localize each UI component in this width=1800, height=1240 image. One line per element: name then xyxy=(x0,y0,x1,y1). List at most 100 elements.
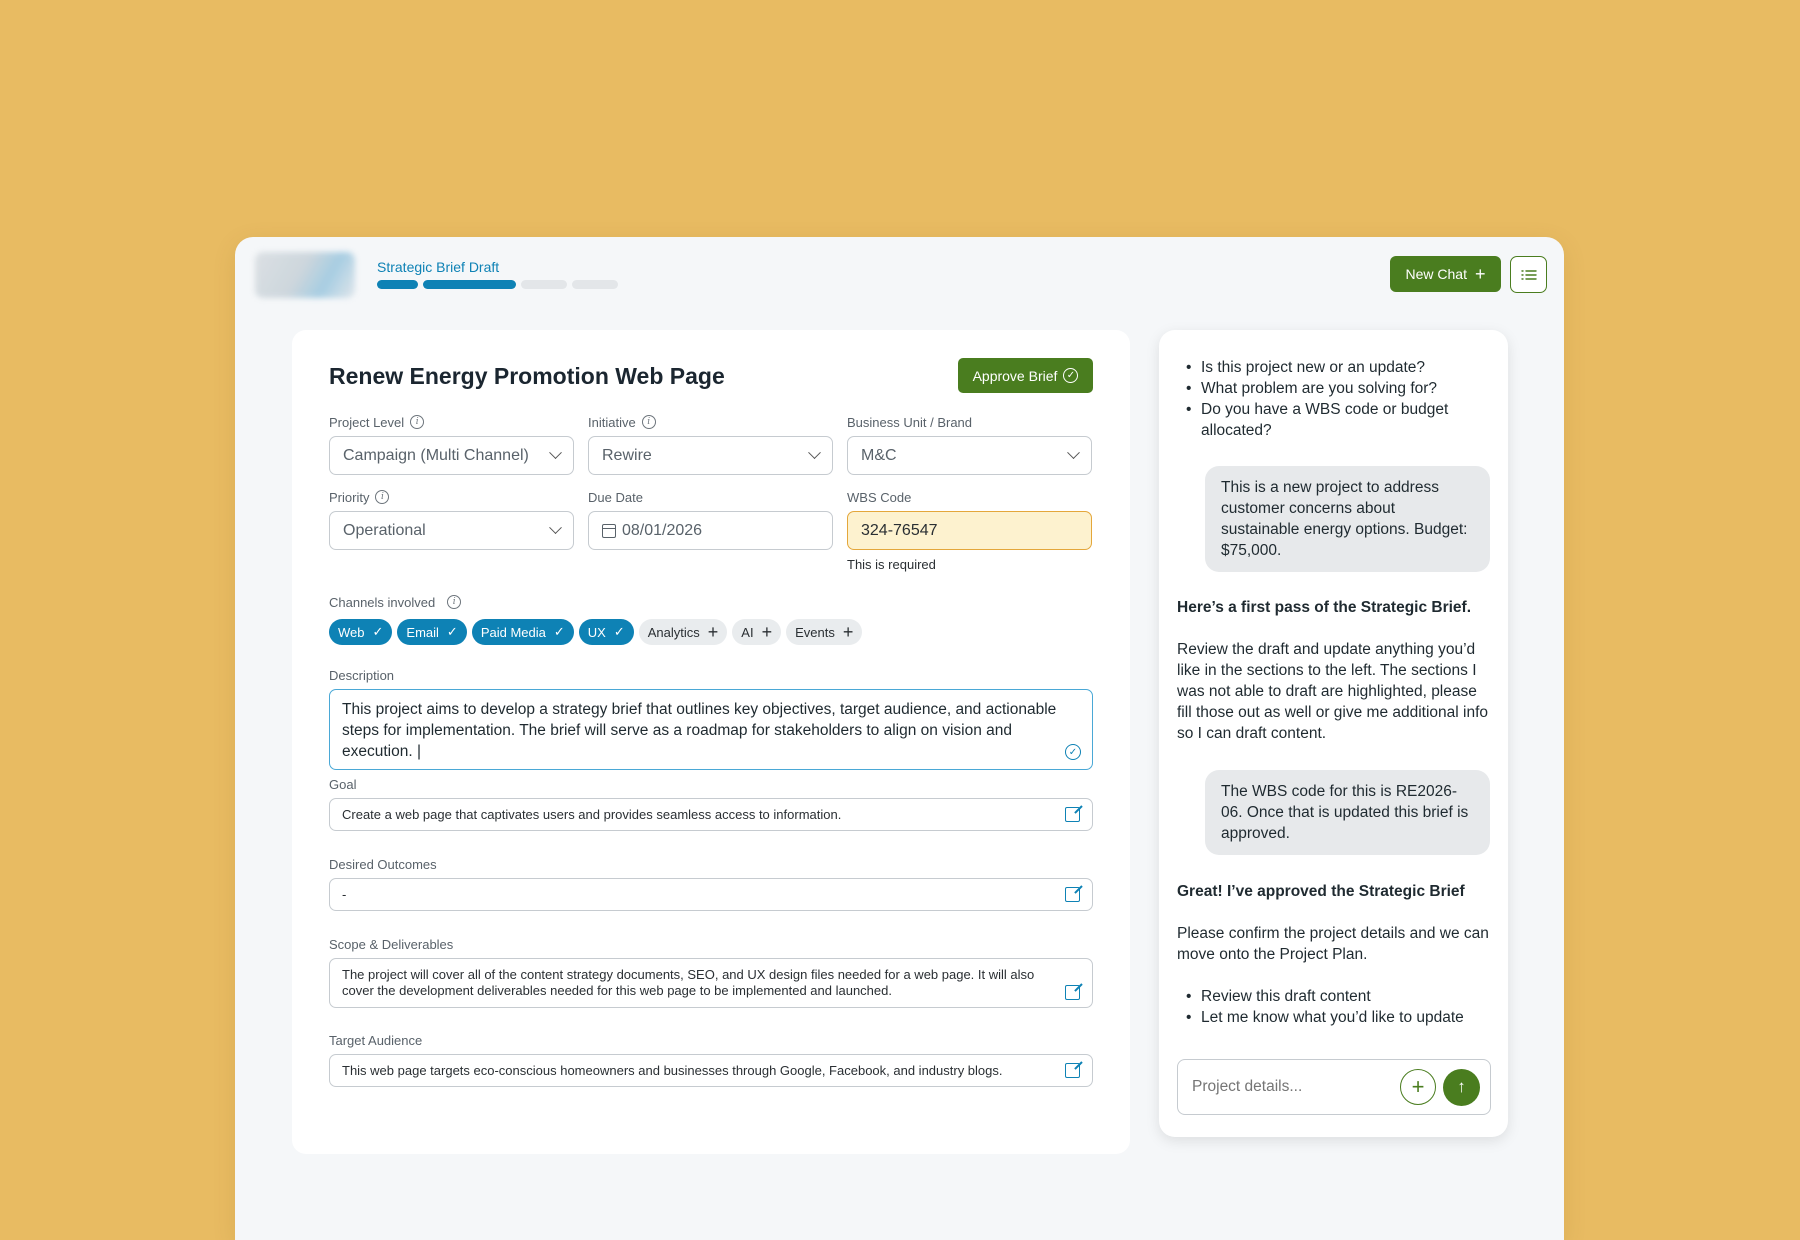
project-level-value: Campaign (Multi Channel) xyxy=(343,446,529,464)
user-message: This is a new project to address custome… xyxy=(1205,466,1490,572)
scope-field: Scope & Deliverables The project will co… xyxy=(329,936,1093,1008)
plus-icon: + xyxy=(1474,264,1486,284)
channel-chip-ai[interactable]: AI + xyxy=(732,619,782,645)
chevron-down-icon xyxy=(549,446,562,460)
approve-brief-button[interactable]: Approve Brief ✓ xyxy=(958,358,1093,393)
chat-panel: Is this project new or an update? What p… xyxy=(1159,330,1508,1137)
target-audience-field: Target Audience This web page targets ec… xyxy=(329,1032,1093,1087)
due-date-field: Due Date 08/01/2026 xyxy=(588,489,833,550)
scope-input[interactable]: The project will cover all of the conten… xyxy=(329,958,1093,1008)
chip-label: UX xyxy=(587,624,606,640)
step-segment[interactable] xyxy=(423,280,516,289)
info-icon[interactable]: i xyxy=(375,490,390,504)
edit-icon[interactable] xyxy=(1065,1063,1080,1078)
new-chat-button[interactable]: New Chat + xyxy=(1390,256,1501,292)
project-level-select[interactable]: Campaign (Multi Channel) xyxy=(329,436,574,475)
assistant-message: Review the draft and update anything you… xyxy=(1177,641,1489,742)
channel-chip-events[interactable]: Events + xyxy=(786,619,863,645)
chip-label: Paid Media xyxy=(480,624,546,640)
initiative-field: Initiative i Rewire xyxy=(588,414,833,475)
target-audience-input[interactable]: This web page targets eco-conscious home… xyxy=(329,1054,1093,1087)
required-note: This is required xyxy=(847,557,936,572)
channel-chip-ux[interactable]: UX ✓ xyxy=(578,619,634,645)
arrow-up-icon: ↑ xyxy=(1457,1077,1466,1096)
chat-messages[interactable]: Is this project new or an update? What p… xyxy=(1177,357,1492,1028)
channel-chip-paid-media[interactable]: Paid Media ✓ xyxy=(471,619,574,645)
desired-outcomes-value: - xyxy=(342,886,347,902)
channel-chips: Web ✓ Email ✓ Paid Media ✓ UX ✓ Analytics + A… xyxy=(329,619,1093,645)
calendar-icon[interactable] xyxy=(602,523,616,538)
chip-label: Web xyxy=(338,624,365,640)
bullet-item: Let me know what you’d like to update xyxy=(1186,1007,1492,1028)
info-icon[interactable]: i xyxy=(641,415,656,429)
business-unit-field: Business Unit / Brand M&C xyxy=(847,414,1092,475)
priority-value: Operational xyxy=(343,521,426,539)
app-window: Strategic Brief Draft New Chat + Renew E… xyxy=(235,237,1564,1240)
scope-value: The project will cover all of the conten… xyxy=(342,967,1035,998)
assistant-bullet-list: Review this draft content Let me know wh… xyxy=(1177,986,1492,1028)
channel-chip-analytics[interactable]: Analytics + xyxy=(638,619,728,645)
wbs-code-value: 324-76547 xyxy=(861,521,938,539)
page-title: Renew Energy Promotion Web Page xyxy=(329,363,725,389)
target-audience-value: This web page targets eco-conscious home… xyxy=(342,1062,1003,1078)
approve-brief-label: Approve Brief xyxy=(972,367,1058,384)
due-date-label: Due Date xyxy=(588,489,643,505)
plus-icon: + xyxy=(761,622,773,642)
brand-logo xyxy=(255,252,355,298)
goal-input[interactable]: Create a web page that captivates users … xyxy=(329,798,1093,831)
edit-icon[interactable] xyxy=(1065,807,1080,822)
desired-outcomes-field: Desired Outcomes - xyxy=(329,856,1093,911)
edit-icon[interactable] xyxy=(1065,985,1080,1000)
question-item: What problem are you solving for? xyxy=(1186,378,1492,399)
assistant-question-list: Is this project new or an update? What p… xyxy=(1177,357,1492,441)
chip-label: AI xyxy=(741,624,754,640)
stepper-label: Strategic Brief Draft xyxy=(377,259,500,275)
chip-label: Analytics xyxy=(647,624,700,640)
project-level-field: Project Level i Campaign (Multi Channel) xyxy=(329,414,574,475)
channels-field: Channels involved i Web ✓ Email ✓ Paid Medi… xyxy=(329,594,1093,645)
info-icon[interactable]: i xyxy=(447,595,462,609)
attach-plus-button[interactable]: + xyxy=(1400,1069,1436,1105)
bullet-item: Review this draft content xyxy=(1186,986,1492,1007)
channel-chip-email[interactable]: Email ✓ xyxy=(397,619,467,645)
assistant-message: Please confirm the project details and w… xyxy=(1177,925,1489,963)
channels-label: Channels involved xyxy=(329,594,436,610)
new-chat-label: New Chat xyxy=(1405,266,1467,282)
step-segment[interactable] xyxy=(377,280,418,289)
channel-chip-web[interactable]: Web ✓ xyxy=(329,619,393,645)
chat-input[interactable] xyxy=(1192,1078,1400,1096)
business-unit-select[interactable]: M&C xyxy=(847,436,1092,475)
desired-outcomes-label: Desired Outcomes xyxy=(329,856,437,872)
target-audience-label: Target Audience xyxy=(329,1032,423,1048)
plus-icon: + xyxy=(842,622,854,642)
question-item: Do you have a WBS code or budget allocat… xyxy=(1186,399,1492,441)
priority-select[interactable]: Operational xyxy=(329,511,574,550)
assistant-heading: Here’s a first pass of the Strategic Bri… xyxy=(1177,599,1472,616)
desired-outcomes-input[interactable]: - xyxy=(329,878,1093,911)
info-icon[interactable]: i xyxy=(410,415,425,429)
menu-button[interactable] xyxy=(1510,256,1547,293)
initiative-value: Rewire xyxy=(602,446,652,464)
check-icon: ✓ xyxy=(613,624,625,639)
initiative-label: Initiative xyxy=(588,414,636,430)
due-date-input[interactable]: 08/01/2026 xyxy=(588,511,833,550)
description-textarea[interactable]: This project aims to develop a strategy … xyxy=(329,689,1093,770)
business-unit-value: M&C xyxy=(861,446,897,464)
description-value: This project aims to develop a strategy … xyxy=(342,701,1057,760)
initiative-select[interactable]: Rewire xyxy=(588,436,833,475)
assistant-heading: Great! I’ve approved the Strategic Brief xyxy=(1177,883,1465,900)
edit-icon[interactable] xyxy=(1065,887,1080,902)
step-segment[interactable] xyxy=(521,280,567,289)
progress-stepper: Strategic Brief Draft xyxy=(377,259,618,289)
check-icon: ✓ xyxy=(553,624,565,639)
description-field: Description This project aims to develop… xyxy=(329,667,1093,770)
check-circle-icon: ✓ xyxy=(1063,368,1079,383)
chevron-down-icon xyxy=(549,521,562,535)
wbs-code-input[interactable]: 324-76547 xyxy=(847,511,1092,550)
chevron-down-icon xyxy=(808,446,821,460)
send-button[interactable]: ↑ xyxy=(1443,1068,1480,1106)
business-unit-label: Business Unit / Brand xyxy=(847,414,973,430)
brief-form-card: Renew Energy Promotion Web Page Approve … xyxy=(292,330,1130,1154)
chevron-down-icon xyxy=(1067,446,1080,460)
step-segment[interactable] xyxy=(572,280,618,289)
